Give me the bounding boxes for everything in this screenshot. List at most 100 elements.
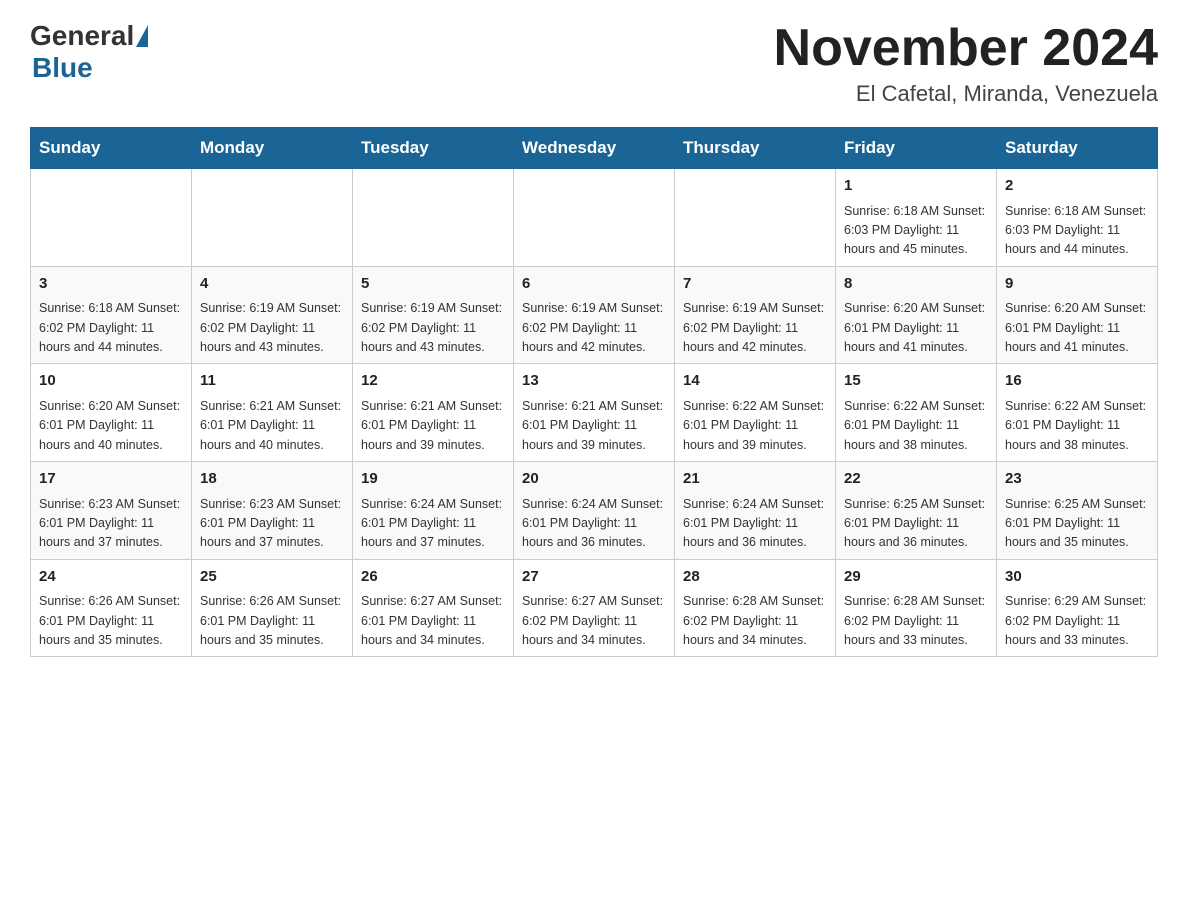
- calendar-cell: 17Sunrise: 6:23 AM Sunset: 6:01 PM Dayli…: [31, 462, 192, 560]
- day-info: Sunrise: 6:19 AM Sunset: 6:02 PM Dayligh…: [522, 299, 666, 357]
- title-area: November 2024 El Cafetal, Miranda, Venez…: [774, 20, 1158, 107]
- week-row-4: 17 Sunrise: 6:23 AM Sunset: 6:01 PM Dayli…: [31, 462, 1158, 560]
- calendar-cell: 13 Sunrise: 6:21 AM Sunset: 6:01 PM Dayli…: [514, 364, 675, 462]
- weekday-header-friday: Friday: [836, 128, 997, 169]
- day-info: Sunrise: 6:22 AM Sunset: 6:01 PM Dayligh…: [844, 397, 988, 455]
- calendar-cell: [31, 169, 192, 267]
- calendar-cell: 26 Sunrise: 6:27 AM Sunset: 6:01 PM Dayli…: [353, 559, 514, 657]
- day-number: 16: [1005, 370, 1149, 393]
- calendar-table: SundayMondayTuesdayWednesdayThursdayFrid…: [30, 127, 1158, 657]
- day-number: 12: [361, 370, 505, 393]
- day-number: 13: [522, 370, 666, 393]
- day-info: Sunrise: 6:20 AM Sunset: 6:01 PM Dayligh…: [39, 397, 183, 455]
- day-info: Sunrise: 6:24 AM Sunset: 6:01 PM Dayligh…: [683, 495, 827, 553]
- day-number: 2: [1005, 175, 1149, 198]
- day-number: 15: [844, 370, 988, 393]
- day-number: 23: [1005, 468, 1149, 491]
- calendar-cell: 11Sunrise: 6:21 AM Sunset: 6:01 PM Dayli…: [192, 364, 353, 462]
- calendar-cell: 16 Sunrise: 6:22 AM Sunset: 6:01 PM Dayli…: [997, 364, 1158, 462]
- weekday-header-tuesday: Tuesday: [353, 128, 514, 169]
- header: General Blue November 2024 El Cafetal, M…: [30, 20, 1158, 107]
- calendar-cell: 4 Sunrise: 6:19 AM Sunset: 6:02 PM Daylig…: [192, 266, 353, 364]
- calendar-cell: 30Sunrise: 6:29 AM Sunset: 6:02 PM Dayli…: [997, 559, 1158, 657]
- day-number: 20: [522, 468, 666, 491]
- day-info: Sunrise: 6:19 AM Sunset: 6:02 PM Dayligh…: [200, 299, 344, 357]
- day-number: 7: [683, 273, 827, 296]
- calendar-cell: [192, 169, 353, 267]
- day-number: 25: [200, 566, 344, 589]
- day-info: Sunrise: 6:22 AM Sunset: 6:01 PM Dayligh…: [683, 397, 827, 455]
- calendar-subtitle: El Cafetal, Miranda, Venezuela: [774, 81, 1158, 107]
- day-number: 9: [1005, 273, 1149, 296]
- day-info: Sunrise: 6:28 AM Sunset: 6:02 PM Dayligh…: [683, 592, 827, 650]
- day-number: 10: [39, 370, 183, 393]
- day-info: Sunrise: 6:21 AM Sunset: 6:01 PM Dayligh…: [522, 397, 666, 455]
- day-info: Sunrise: 6:27 AM Sunset: 6:02 PM Dayligh…: [522, 592, 666, 650]
- day-number: 26: [361, 566, 505, 589]
- day-info: Sunrise: 6:23 AM Sunset: 6:01 PM Dayligh…: [200, 495, 344, 553]
- day-number: 17: [39, 468, 183, 491]
- day-number: 5: [361, 273, 505, 296]
- week-row-3: 10 Sunrise: 6:20 AM Sunset: 6:01 PM Dayli…: [31, 364, 1158, 462]
- calendar-cell: 23 Sunrise: 6:25 AM Sunset: 6:01 PM Dayli…: [997, 462, 1158, 560]
- calendar-cell: [353, 169, 514, 267]
- weekday-header-saturday: Saturday: [997, 128, 1158, 169]
- calendar-cell: 24 Sunrise: 6:26 AM Sunset: 6:01 PM Dayli…: [31, 559, 192, 657]
- day-number: 1: [844, 175, 988, 198]
- day-info: Sunrise: 6:27 AM Sunset: 6:01 PM Dayligh…: [361, 592, 505, 650]
- calendar-cell: 25Sunrise: 6:26 AM Sunset: 6:01 PM Dayli…: [192, 559, 353, 657]
- calendar-cell: [514, 169, 675, 267]
- calendar-cell: 9 Sunrise: 6:20 AM Sunset: 6:01 PM Daylig…: [997, 266, 1158, 364]
- day-info: Sunrise: 6:19 AM Sunset: 6:02 PM Dayligh…: [361, 299, 505, 357]
- calendar-cell: 20 Sunrise: 6:24 AM Sunset: 6:01 PM Dayli…: [514, 462, 675, 560]
- day-number: 8: [844, 273, 988, 296]
- weekday-header-sunday: Sunday: [31, 128, 192, 169]
- day-info: Sunrise: 6:18 AM Sunset: 6:03 PM Dayligh…: [1005, 202, 1149, 260]
- day-info: Sunrise: 6:24 AM Sunset: 6:01 PM Dayligh…: [522, 495, 666, 553]
- day-number: 22: [844, 468, 988, 491]
- calendar-cell: [675, 169, 836, 267]
- day-number: 18: [200, 468, 344, 491]
- calendar-cell: 22 Sunrise: 6:25 AM Sunset: 6:01 PM Dayli…: [836, 462, 997, 560]
- day-number: 4: [200, 273, 344, 296]
- day-info: Sunrise: 6:18 AM Sunset: 6:02 PM Dayligh…: [39, 299, 183, 357]
- calendar-cell: 6 Sunrise: 6:19 AM Sunset: 6:02 PM Daylig…: [514, 266, 675, 364]
- day-info: Sunrise: 6:25 AM Sunset: 6:01 PM Dayligh…: [1005, 495, 1149, 553]
- day-info: Sunrise: 6:28 AM Sunset: 6:02 PM Dayligh…: [844, 592, 988, 650]
- day-info: Sunrise: 6:21 AM Sunset: 6:01 PM Dayligh…: [361, 397, 505, 455]
- day-number: 6: [522, 273, 666, 296]
- calendar-cell: 2 Sunrise: 6:18 AM Sunset: 6:03 PM Daylig…: [997, 169, 1158, 267]
- calendar-cell: 27 Sunrise: 6:27 AM Sunset: 6:02 PM Dayli…: [514, 559, 675, 657]
- calendar-cell: 19 Sunrise: 6:24 AM Sunset: 6:01 PM Dayli…: [353, 462, 514, 560]
- logo: General Blue: [30, 20, 150, 84]
- day-number: 27: [522, 566, 666, 589]
- day-info: Sunrise: 6:18 AM Sunset: 6:03 PM Dayligh…: [844, 202, 988, 260]
- day-info: Sunrise: 6:29 AM Sunset: 6:02 PM Dayligh…: [1005, 592, 1149, 650]
- calendar-cell: 3 Sunrise: 6:18 AM Sunset: 6:02 PM Daylig…: [31, 266, 192, 364]
- logo-triangle-icon: [136, 25, 148, 47]
- weekday-header-monday: Monday: [192, 128, 353, 169]
- day-number: 24: [39, 566, 183, 589]
- week-row-5: 24 Sunrise: 6:26 AM Sunset: 6:01 PM Dayli…: [31, 559, 1158, 657]
- calendar-cell: 8Sunrise: 6:20 AM Sunset: 6:01 PM Daylig…: [836, 266, 997, 364]
- calendar-cell: 7Sunrise: 6:19 AM Sunset: 6:02 PM Daylig…: [675, 266, 836, 364]
- day-number: 19: [361, 468, 505, 491]
- day-info: Sunrise: 6:24 AM Sunset: 6:01 PM Dayligh…: [361, 495, 505, 553]
- weekday-header-wednesday: Wednesday: [514, 128, 675, 169]
- calendar-cell: 29 Sunrise: 6:28 AM Sunset: 6:02 PM Dayli…: [836, 559, 997, 657]
- day-info: Sunrise: 6:26 AM Sunset: 6:01 PM Dayligh…: [39, 592, 183, 650]
- weekday-header-thursday: Thursday: [675, 128, 836, 169]
- day-info: Sunrise: 6:25 AM Sunset: 6:01 PM Dayligh…: [844, 495, 988, 553]
- day-info: Sunrise: 6:22 AM Sunset: 6:01 PM Dayligh…: [1005, 397, 1149, 455]
- calendar-cell: 12 Sunrise: 6:21 AM Sunset: 6:01 PM Dayli…: [353, 364, 514, 462]
- calendar-cell: 18 Sunrise: 6:23 AM Sunset: 6:01 PM Dayli…: [192, 462, 353, 560]
- day-number: 28: [683, 566, 827, 589]
- day-number: 3: [39, 273, 183, 296]
- calendar-cell: 15 Sunrise: 6:22 AM Sunset: 6:01 PM Dayli…: [836, 364, 997, 462]
- day-info: Sunrise: 6:21 AM Sunset: 6:01 PM Dayligh…: [200, 397, 344, 455]
- calendar-title: November 2024: [774, 20, 1158, 77]
- day-info: Sunrise: 6:20 AM Sunset: 6:01 PM Dayligh…: [1005, 299, 1149, 357]
- logo-general-text: General: [30, 20, 134, 52]
- day-number: 29: [844, 566, 988, 589]
- calendar-cell: 5 Sunrise: 6:19 AM Sunset: 6:02 PM Daylig…: [353, 266, 514, 364]
